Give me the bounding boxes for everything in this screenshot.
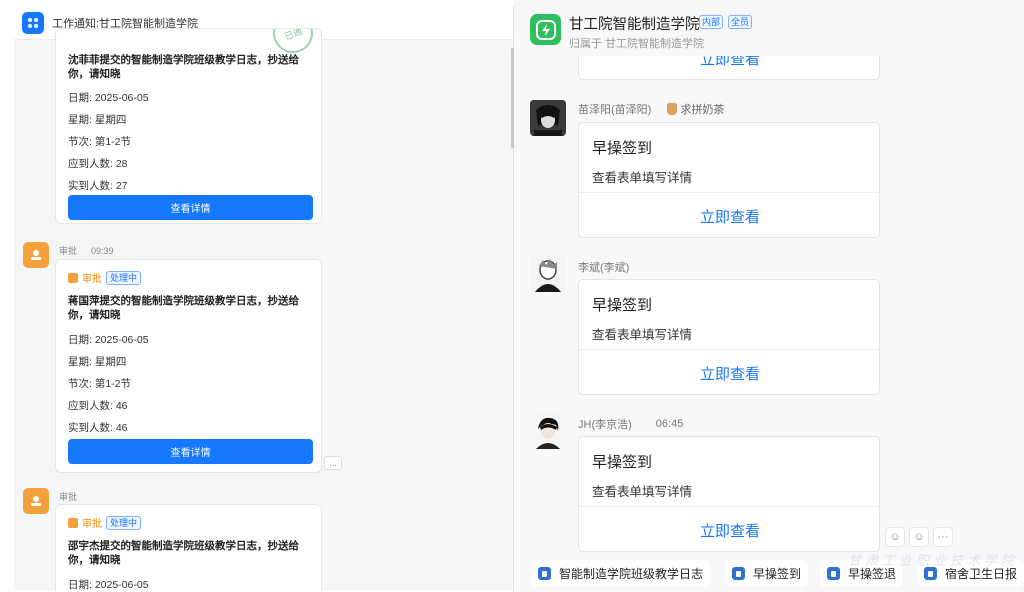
more-actions-button[interactable]: ···	[933, 527, 953, 547]
group-chat-pane: 甘工院智能制造学院 内部 全员 归属于 甘工院智能制造学院 立即查看 苗泽阳(苗…	[514, 0, 1024, 592]
group-subtitle: 归属于 甘工院智能制造学院	[569, 38, 705, 50]
form-card-subtitle: 查看表单填写详情	[592, 485, 693, 499]
approval-tag-label: 审批	[82, 519, 102, 530]
approval-avatar-icon[interactable]	[23, 488, 49, 514]
approval-stamp-icon	[68, 517, 78, 528]
approval-card[interactable]: 审批 处理中 邵宇杰提交的智能制造学院班级教学日志，抄送给你，请知晓 日期: 2…	[55, 504, 322, 590]
form-card[interactable]: 早操签到 查看表单填写详情 立即查看	[578, 279, 880, 395]
form-card[interactable]: 早操签到 查看表单填写详情 立即查看	[578, 436, 880, 552]
shortcut-teaching-log[interactable]: 智能制造学院班级教学日志	[531, 560, 711, 587]
view-now-link[interactable]: 立即查看	[579, 193, 879, 237]
view-details-button[interactable]: 查看详情	[68, 439, 313, 464]
approval-card-title: 蒋国萍提交的智能制造学院班级教学日志，抄送给你，请知晓	[68, 295, 299, 321]
group-name[interactable]: 甘工院智能制造学院	[569, 13, 700, 34]
approval-avatar-icon[interactable]	[23, 242, 49, 268]
form-card-subtitle: 查看表单填写详情	[592, 171, 693, 185]
group-chat-header: 甘工院智能制造学院 内部 全员 归属于 甘工院智能制造学院	[514, 0, 1024, 56]
form-card-title: 早操签到	[592, 454, 653, 471]
field-weekday: 星期: 星期四	[68, 356, 127, 368]
field-date: 日期: 2025-06-05	[68, 334, 149, 346]
approval-card[interactable]: 已通 沈菲菲提交的智能制造学院班级教学日志，抄送给你，请知晓 日期: 2025-…	[55, 28, 322, 224]
status-badge: 处理中	[106, 515, 142, 530]
avatar[interactable]	[530, 413, 566, 449]
sender-line: 审批 09:39	[59, 244, 114, 257]
field-expected: 应到人数: 28	[68, 158, 128, 170]
badge-internal: 内部	[699, 15, 724, 29]
view-now-link[interactable]: 立即查看	[579, 350, 879, 394]
form-icon	[732, 567, 745, 580]
approval-card-title: 邵宇杰提交的智能制造学院班级教学日志，抄送给你，请知晓	[68, 540, 299, 566]
view-now-link[interactable]: 立即查看	[579, 507, 879, 551]
view-details-button[interactable]: 查看详情	[68, 195, 313, 220]
form-card[interactable]: 早操签到 查看表单填写详情 立即查看	[578, 122, 880, 238]
shortcut-morning-checkin[interactable]: 早操签到	[725, 560, 809, 587]
sender-name: 李斌(李斌)	[578, 262, 630, 274]
sender-line: 审批	[59, 490, 77, 503]
sender-name: JH(李京浩)	[578, 419, 632, 431]
chat-message-list[interactable]: 立即查看 苗泽阳(苗泽阳) 求拼奶茶 早操签到 查看表单填写详情 立即查看 李斌…	[514, 56, 1024, 556]
field-period: 节次: 第1-2节	[68, 136, 132, 148]
badge-all-members: 全员	[728, 15, 753, 29]
field-date: 日期: 2025-06-05	[68, 579, 149, 590]
form-card-title: 早操签到	[592, 140, 653, 157]
form-card[interactable]: 立即查看	[578, 56, 880, 80]
form-card-subtitle: 查看表单填写详情	[592, 328, 693, 342]
avatar[interactable]	[530, 100, 566, 136]
sender-name: 审批	[59, 492, 78, 502]
message-time: 06:45	[655, 418, 684, 430]
approval-tag: 审批 处理中	[68, 270, 142, 285]
field-period: 节次: 第1-2节	[68, 378, 132, 390]
group-lightning-icon[interactable]	[530, 14, 561, 45]
status-badge: 处理中	[106, 270, 142, 285]
view-now-link[interactable]: 立即查看	[579, 56, 879, 79]
reply-emoji-icon[interactable]: ☺	[909, 527, 929, 547]
more-actions-button[interactable]: ...	[324, 456, 342, 470]
sender-name: 审批	[59, 246, 78, 256]
sender-name: 苗泽阳(苗泽阳)	[578, 104, 652, 116]
field-actual: 实到人数: 27	[68, 180, 128, 192]
approval-stamp-icon	[68, 272, 78, 283]
form-icon	[827, 567, 840, 580]
field-weekday: 星期: 星期四	[68, 114, 127, 126]
watermark: 甘肃工业职业技术学院	[847, 553, 1018, 568]
field-expected: 应到人数: 46	[68, 400, 128, 412]
form-card-title: 早操签到	[592, 297, 653, 314]
approval-tag: 审批 处理中	[68, 515, 142, 530]
emoji-icon[interactable]: ☺	[885, 527, 905, 547]
milk-tea-icon	[667, 103, 678, 115]
work-notice-pane: 工作通知:甘工院智能制造学院 已通 沈菲菲提交的智能制造学院班级教学日志，抄送给…	[14, 6, 513, 590]
sender-line: 李斌(李斌)	[578, 259, 629, 275]
approval-card[interactable]: 审批 处理中 蒋国萍提交的智能制造学院班级教学日志，抄送给你，请知晓 日期: 2…	[55, 259, 322, 473]
approval-card-title: 沈菲菲提交的智能制造学院班级教学日志，抄送给你，请知晓	[68, 54, 299, 80]
avatar[interactable]	[530, 256, 566, 292]
field-date: 日期: 2025-06-05	[68, 92, 149, 104]
user-status: 求拼奶茶	[667, 101, 724, 117]
field-actual: 实到人数: 46	[68, 422, 128, 434]
app-grid-icon[interactable]	[22, 11, 44, 34]
sender-line: 苗泽阳(苗泽阳) 求拼奶茶	[578, 101, 724, 117]
dingtalk-window: 工作通知:甘工院智能制造学院 已通 沈菲菲提交的智能制造学院班级教学日志，抄送给…	[0, 0, 1024, 592]
approval-tag-label: 审批	[82, 274, 102, 285]
message-time: 09:39	[91, 246, 114, 256]
form-icon	[538, 567, 551, 580]
sender-line: JH(李京浩) 06:45	[578, 416, 683, 432]
